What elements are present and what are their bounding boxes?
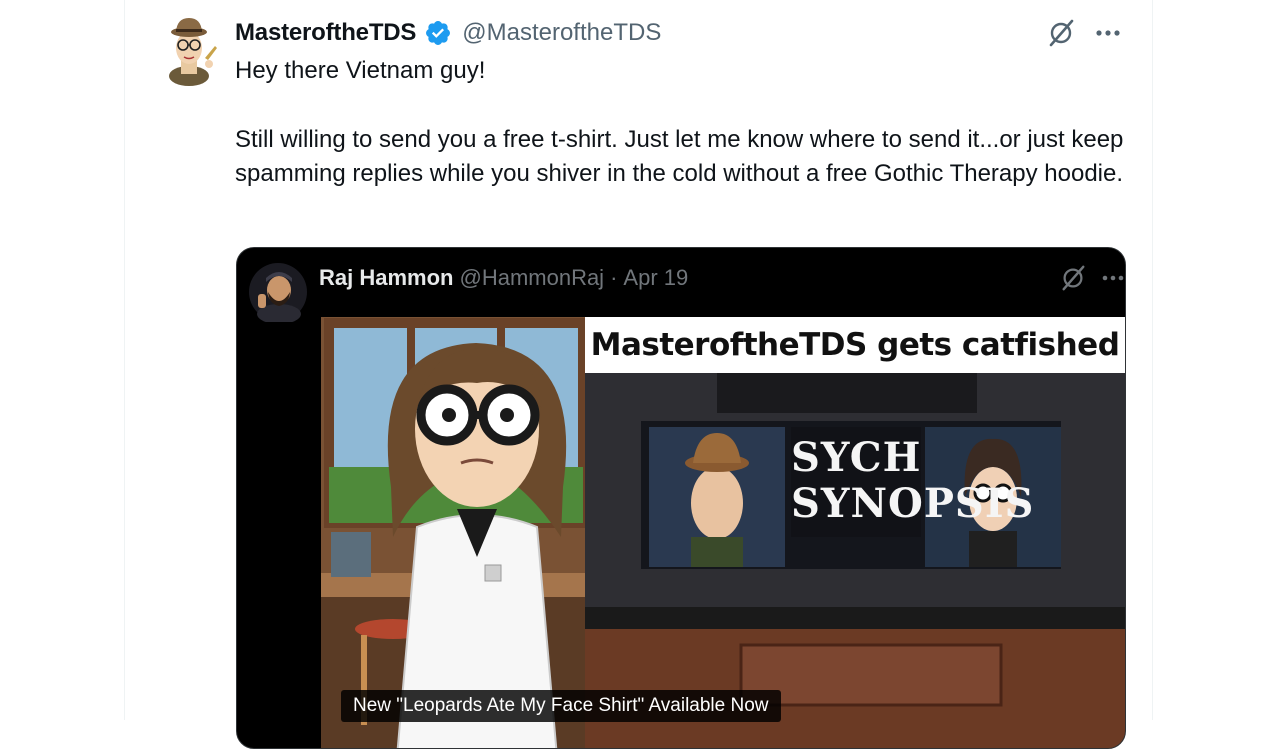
- media-title-caption: MasteroftheTDS gets catfished: [585, 317, 1125, 373]
- author-name[interactable]: MasteroftheTDS: [235, 19, 416, 47]
- quoted-author-handle[interactable]: @HammonRaj: [459, 265, 604, 291]
- more-dots-icon[interactable]: [1093, 18, 1123, 48]
- verified-badge-icon: [426, 21, 451, 45]
- quoted-date[interactable]: Apr 19: [623, 265, 688, 291]
- logo-text: SYCH SYNOPSIS: [791, 434, 1035, 527]
- tweet-text-line-1: Hey there Vietnam guy!: [235, 57, 486, 84]
- quoted-media-thumbnail[interactable]: SYCH SYNOPSIS MasteroftheTDS gets catfis…: [321, 317, 1125, 748]
- media-bottom-caption: New "Leopards Ate My Face Shirt" Availab…: [341, 690, 781, 722]
- quoted-separator: ·: [610, 265, 618, 290]
- quoted-author-name[interactable]: Raj Hammon: [319, 265, 453, 291]
- sych-synopsis-logo: SYCH SYNOPSIS: [791, 434, 1035, 535]
- author-handle[interactable]: @MasteroftheTDS: [462, 19, 661, 47]
- timeline-left-border: [124, 0, 125, 720]
- timeline-right-border: [1152, 0, 1153, 720]
- grok-icon[interactable]: [1046, 18, 1076, 48]
- quoted-more-dots-icon[interactable]: [1101, 264, 1125, 292]
- tweet-text-line-2: Still willing to send you a free t-shirt…: [235, 125, 1124, 188]
- author-avatar[interactable]: [163, 14, 221, 86]
- quoted-tweet-header: Raj Hammon @HammonRaj · Apr 19: [319, 262, 688, 294]
- quoted-tweet[interactable]: Raj Hammon @HammonRaj · Apr 19 SYCH SYNO…: [236, 247, 1126, 749]
- tweet-text: Hey there Vietnam guy! Still willing to …: [235, 54, 1125, 192]
- tweet-header: MasteroftheTDS @MasteroftheTDS: [235, 16, 661, 50]
- media-illustration: [321, 317, 1125, 748]
- quoted-author-avatar[interactable]: [249, 262, 307, 322]
- quoted-grok-icon[interactable]: [1059, 264, 1087, 292]
